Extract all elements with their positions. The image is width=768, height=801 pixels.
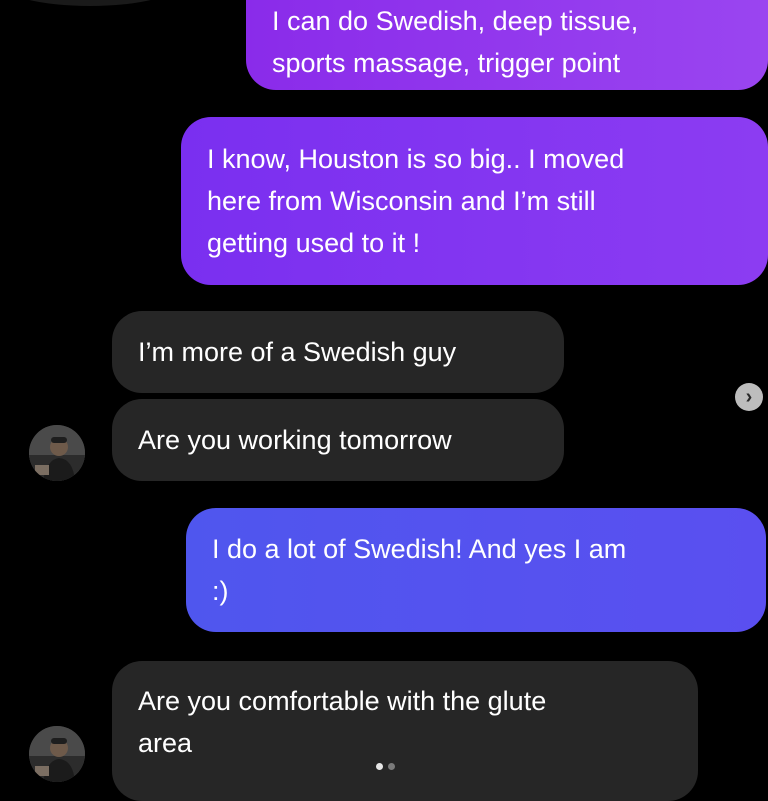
sent-message-1[interactable]: I can do Swedish, deep tissue, sports ma… [246, 0, 768, 90]
message-text: I do a lot of Swedish! And yes I am :) [212, 534, 627, 606]
partial-avatar [0, 0, 180, 6]
user-photo-icon [29, 425, 85, 481]
received-message-3[interactable]: Are you comfortable with the glute area [112, 661, 698, 801]
next-button[interactable]: › [735, 383, 763, 411]
pager-dot-active[interactable] [376, 763, 383, 770]
received-message-2[interactable]: Are you working tomorrow [112, 399, 564, 481]
carousel-pager [376, 763, 395, 770]
avatar[interactable] [29, 425, 85, 481]
message-text: Are you comfortable with the glute area [138, 686, 547, 758]
sent-message-2[interactable]: I know, Houston is so big.. I moved here… [181, 117, 768, 285]
message-text: I can do Swedish, deep tissue, sports ma… [272, 6, 639, 78]
received-message-1[interactable]: I’m more of a Swedish guy [112, 311, 564, 393]
user-photo-icon [29, 726, 85, 782]
chevron-right-icon: › [745, 386, 753, 408]
avatar[interactable] [29, 726, 85, 782]
sent-message-3[interactable]: I do a lot of Swedish! And yes I am :) [186, 508, 766, 632]
pager-dot[interactable] [388, 763, 395, 770]
message-text: I’m more of a Swedish guy [138, 337, 457, 367]
message-text: Are you working tomorrow [138, 425, 452, 455]
message-text: I know, Houston is so big.. I moved here… [207, 144, 625, 258]
